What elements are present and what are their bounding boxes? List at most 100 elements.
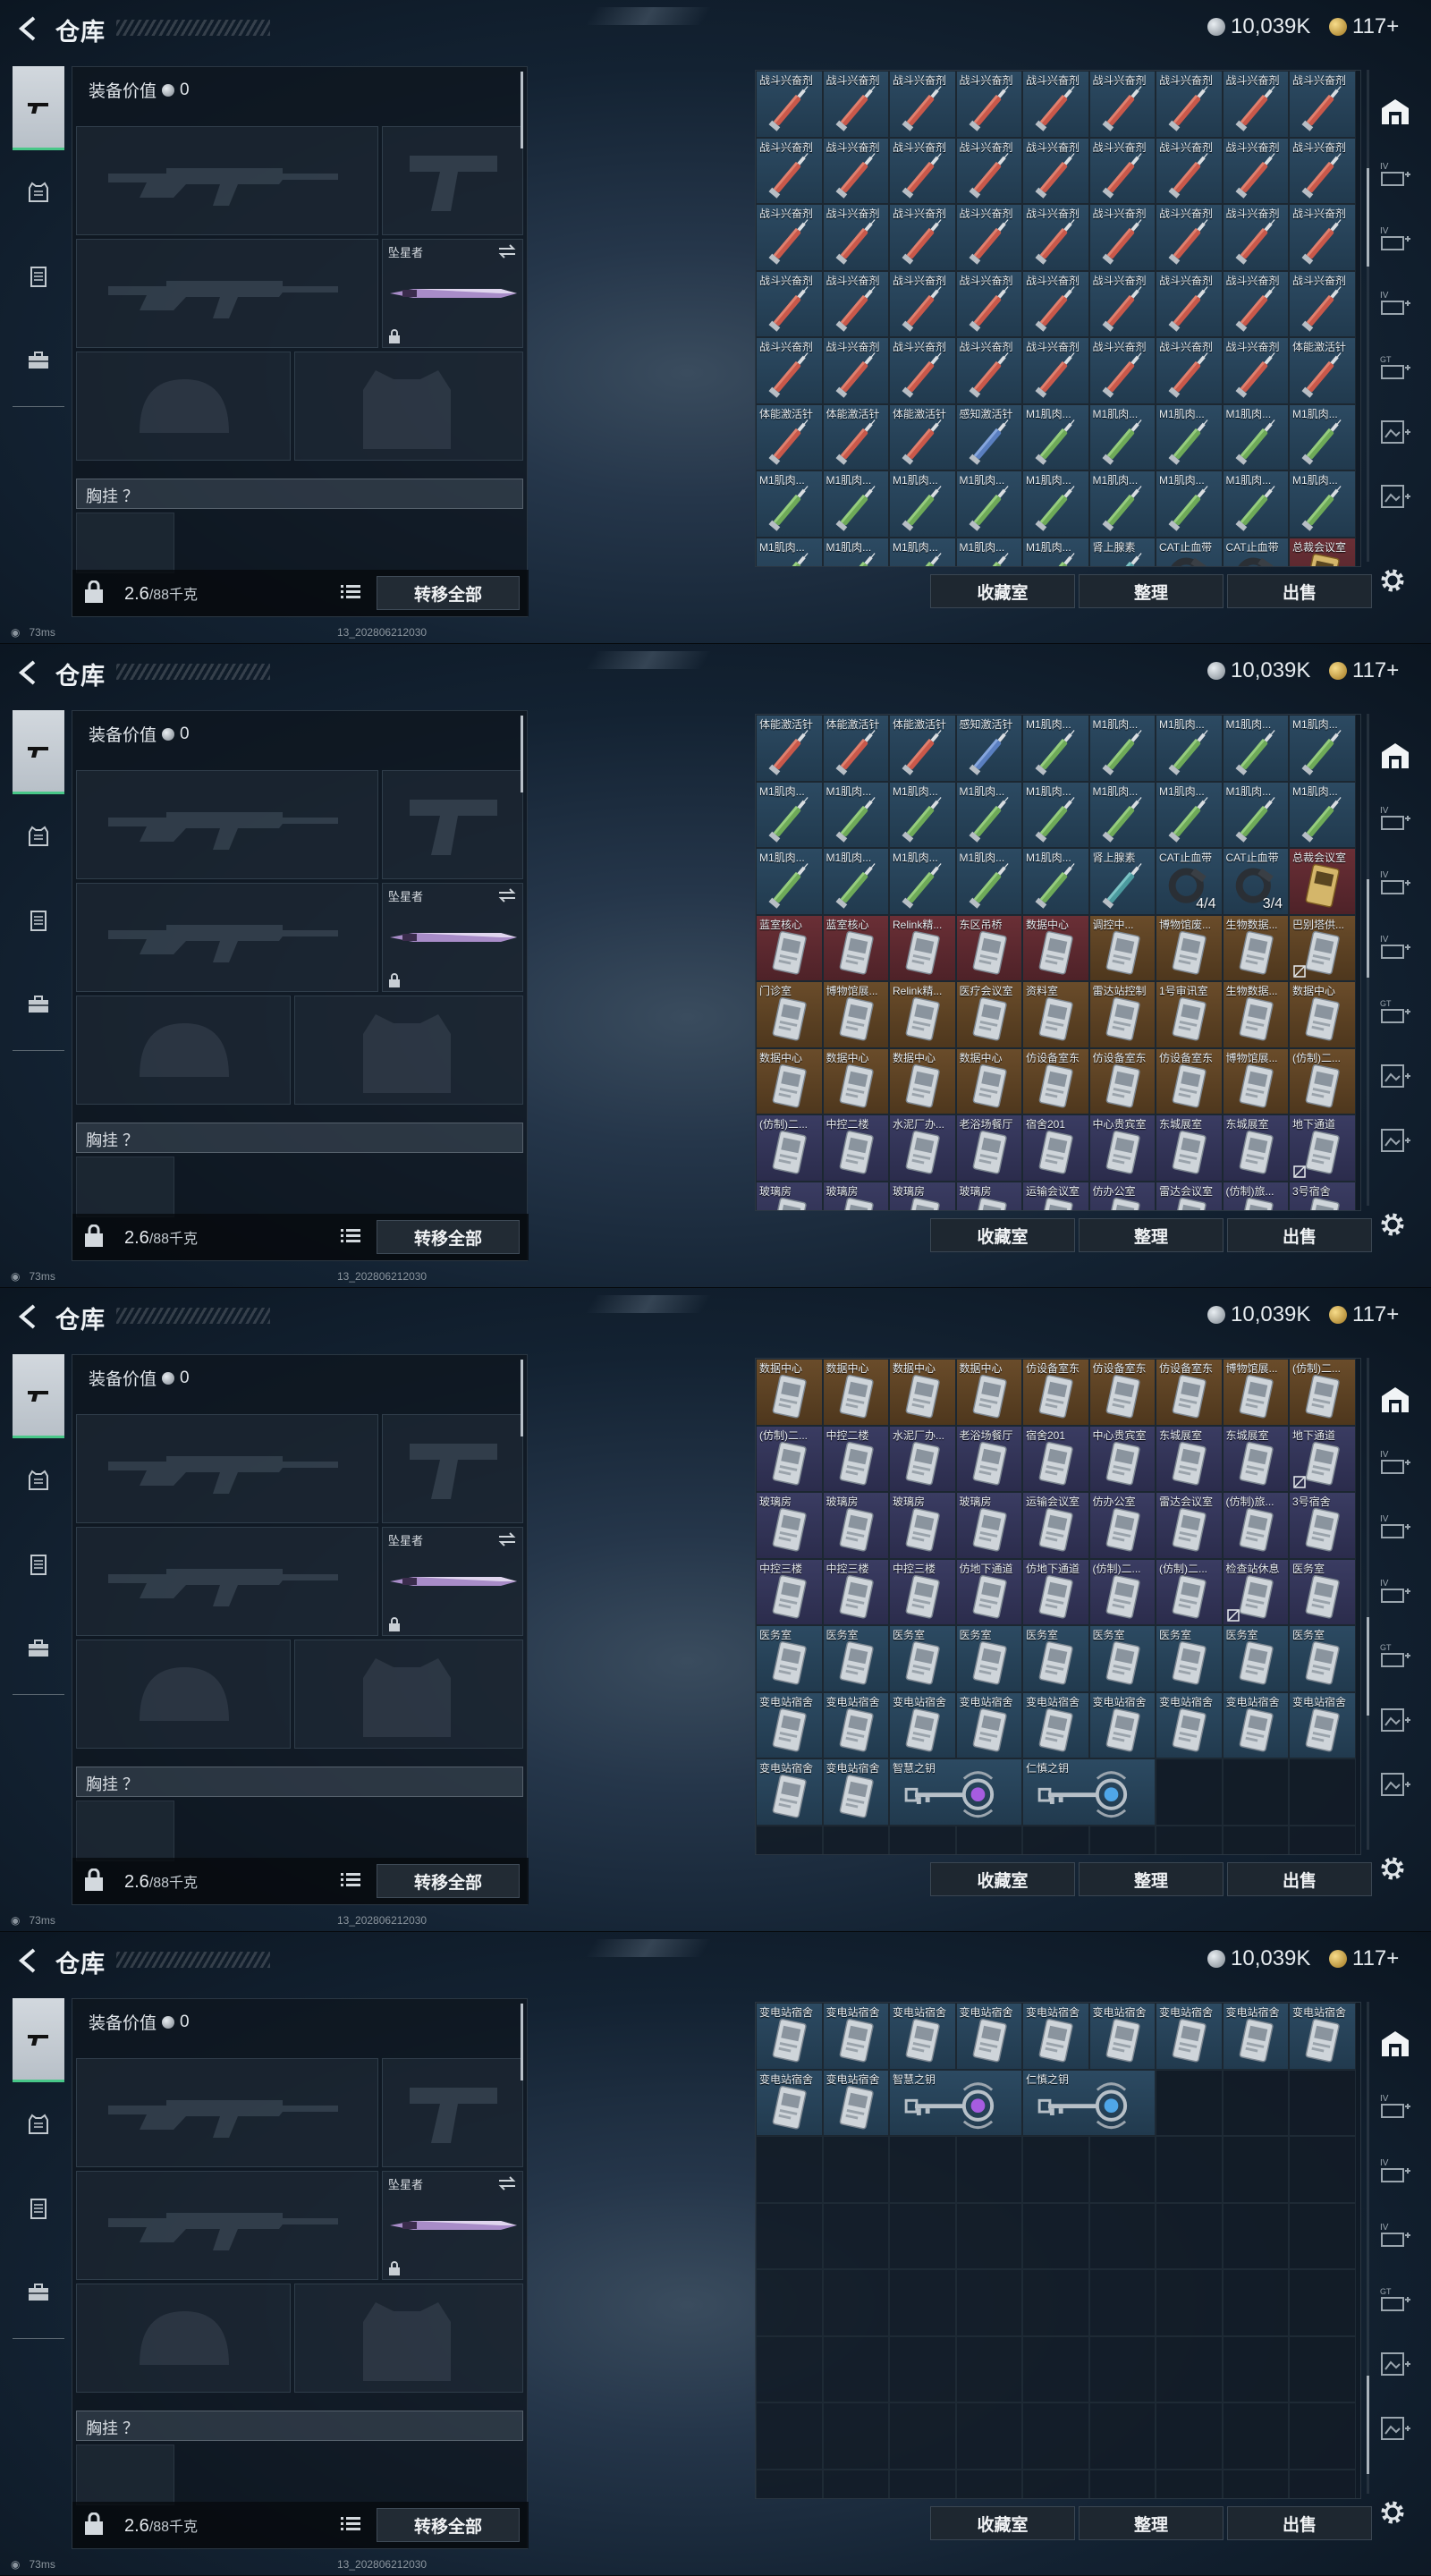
item-cell[interactable]: 仿设备室东 (1022, 1047, 1089, 1114)
item-cell[interactable]: 变电站宿舍 (955, 2003, 1022, 2070)
chest-rig-header[interactable]: 胸挂 ？ (76, 1767, 523, 1797)
item-cell[interactable]: M1肌肉... (889, 470, 956, 538)
item-cell[interactable]: 医务室 (1289, 1558, 1356, 1625)
empty-grid-cell[interactable] (1022, 2202, 1089, 2269)
item-cell[interactable]: 体能激活针 (756, 715, 823, 782)
tab-expansion-1[interactable]: IV (1376, 1431, 1415, 1496)
item-cell[interactable]: M1肌肉... (1289, 470, 1356, 538)
tab-expansion-5[interactable] (1376, 1045, 1415, 1109)
item-cell[interactable]: M1肌肉... (822, 781, 889, 848)
item-cell[interactable]: M1肌肉... (1088, 715, 1156, 782)
item-cell[interactable]: M1肌肉... (1156, 403, 1223, 470)
empty-grid-cell[interactable] (1289, 2469, 1356, 2498)
item-cell[interactable]: 战斗兴奋剂 (955, 71, 1022, 138)
item-cell[interactable]: 体能激活针 (822, 403, 889, 470)
item-cell[interactable]: 仁慎之钥 (1022, 2069, 1156, 2136)
nav-vest[interactable] (13, 878, 64, 962)
empty-grid-cell[interactable] (1156, 1825, 1223, 1854)
collection-room-button[interactable]: 收藏室 (930, 574, 1075, 608)
item-cell[interactable]: 数据中心 (889, 1047, 956, 1114)
item-cell[interactable]: M1肌肉... (756, 537, 823, 566)
item-cell[interactable]: 雷达会议室 (1156, 1181, 1223, 1210)
item-cell[interactable]: 医务室 (1022, 1625, 1089, 1692)
empty-grid-cell[interactable] (1289, 2402, 1356, 2470)
item-cell[interactable]: M1肌肉... (756, 781, 823, 848)
empty-grid-cell[interactable] (1156, 1758, 1223, 1826)
item-cell[interactable]: 战斗兴奋剂 (756, 137, 823, 204)
item-cell[interactable]: 战斗兴奋剂 (1156, 137, 1223, 204)
item-cell[interactable]: 数据中心 (1289, 981, 1356, 1048)
item-cell[interactable]: 3号宿舍 (1289, 1492, 1356, 1559)
item-cell[interactable]: 变电站宿舍 (756, 2069, 823, 2136)
empty-grid-cell[interactable] (1156, 2136, 1223, 2203)
item-cell[interactable]: CAT止血带 4/4 (1156, 848, 1223, 915)
item-cell[interactable]: 数据中心 (955, 1359, 1022, 1426)
item-cell[interactable]: 医务室 (822, 1625, 889, 1692)
item-cell[interactable]: (仿制)二... (756, 1425, 823, 1492)
warehouse-scroll-thumb[interactable] (1367, 168, 1369, 267)
item-cell[interactable]: (仿制)二... (1289, 1047, 1356, 1114)
empty-grid-cell[interactable] (1289, 2335, 1356, 2402)
item-cell[interactable]: M1肌肉... (1222, 470, 1289, 538)
item-cell[interactable]: 战斗兴奋剂 (1022, 337, 1089, 404)
item-cell[interactable]: 仿设备室东 (1088, 1047, 1156, 1114)
empty-grid-cell[interactable] (756, 2202, 823, 2269)
item-cell[interactable]: (仿制)二... (756, 1114, 823, 1182)
nav-armor[interactable] (13, 2082, 64, 2166)
collection-room-button[interactable]: 收藏室 (930, 1862, 1075, 1896)
item-cell[interactable]: 运输会议室 (1022, 1181, 1089, 1210)
item-cell[interactable]: 医务室 (955, 1625, 1022, 1692)
helmet-slot[interactable] (76, 1640, 291, 1749)
primary-weapon-slot[interactable] (76, 770, 378, 879)
empty-grid-cell[interactable] (1156, 2469, 1223, 2498)
item-cell[interactable]: M1肌肉... (822, 848, 889, 915)
chest-rig-header[interactable]: 胸挂 ？ (76, 2411, 523, 2441)
item-cell[interactable]: 调控中... (1088, 914, 1156, 981)
settings-gear-icon[interactable] (1377, 565, 1408, 596)
empty-grid-cell[interactable] (1088, 2136, 1156, 2203)
tab-expansion-5[interactable] (1376, 401, 1415, 465)
item-cell[interactable]: 体能激活针 (889, 715, 956, 782)
item-cell[interactable]: Relink精... (889, 914, 956, 981)
item-cell[interactable]: 玻璃房 (889, 1492, 956, 1559)
item-cell[interactable]: 医疗会议室 (955, 981, 1022, 1048)
empty-grid-cell[interactable] (1022, 2402, 1089, 2470)
secondary-weapon-slot[interactable] (76, 239, 378, 348)
item-cell[interactable]: 战斗兴奋剂 (822, 204, 889, 271)
item-cell[interactable]: 战斗兴奋剂 (1222, 337, 1289, 404)
equipment-scrollbar[interactable] (521, 2004, 523, 2080)
back-arrow-icon[interactable] (13, 657, 45, 689)
tab-expansion-1[interactable]: IV (1376, 787, 1415, 852)
item-cell[interactable]: 雷达站控制 (1088, 981, 1156, 1048)
helmet-slot[interactable] (76, 352, 291, 461)
item-cell[interactable]: 肾上腺素 (1088, 537, 1156, 566)
item-cell[interactable]: 体能激活针 (889, 403, 956, 470)
item-cell[interactable]: 博物馆废... (1156, 914, 1223, 981)
item-cell[interactable]: 雷达会议室 (1156, 1492, 1223, 1559)
empty-grid-cell[interactable] (1222, 1758, 1289, 1826)
item-cell[interactable]: 东城展室 (1156, 1425, 1223, 1492)
armor-slot[interactable] (294, 2284, 523, 2393)
item-cell[interactable]: M1肌肉... (1289, 781, 1356, 848)
tab-expansion-4[interactable]: GT (1376, 336, 1415, 401)
item-cell[interactable]: CAT止血带 (1156, 537, 1223, 566)
item-cell[interactable]: 战斗兴奋剂 (955, 270, 1022, 337)
item-cell[interactable]: 体能激活针 (822, 715, 889, 782)
primary-weapon-slot[interactable] (76, 126, 378, 235)
item-cell[interactable]: 体能激活针 (756, 403, 823, 470)
empty-grid-cell[interactable] (1222, 2202, 1289, 2269)
item-cell[interactable]: 玻璃房 (955, 1492, 1022, 1559)
equipment-scrollbar[interactable] (521, 716, 523, 792)
item-cell[interactable]: M1肌肉... (1222, 403, 1289, 470)
empty-grid-cell[interactable] (1156, 2269, 1223, 2336)
nav-vest[interactable] (13, 2166, 64, 2250)
item-cell[interactable]: M1肌肉... (1022, 781, 1089, 848)
tab-expansion-4[interactable]: GT (1376, 980, 1415, 1045)
item-cell[interactable]: M1肌肉... (955, 470, 1022, 538)
empty-grid-cell[interactable] (756, 2402, 823, 2470)
empty-grid-cell[interactable] (889, 2202, 956, 2269)
item-cell[interactable]: 中控三楼 (822, 1558, 889, 1625)
item-cell[interactable]: (仿制)二... (1289, 1359, 1356, 1426)
item-cell[interactable]: M1肌肉... (1156, 715, 1223, 782)
collection-room-button[interactable]: 收藏室 (930, 1218, 1075, 1252)
